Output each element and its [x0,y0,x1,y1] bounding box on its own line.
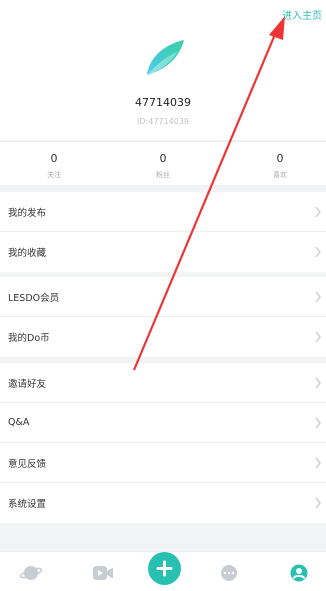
menu-item-label: 意见反馈 [8,458,47,470]
username: 47714039 [135,96,191,109]
menu-item-label: 系统设置 [8,499,47,510]
menu-group-content: 我的发布 我的收藏 [0,192,326,272]
add-post-button[interactable] [148,552,181,585]
stat-following-value: 0 [50,152,58,165]
enter-home-link[interactable]: 进入主页 [282,7,322,22]
tab-messages[interactable] [219,564,239,584]
chevron-right-icon [315,377,321,389]
stat-fans-label: 粉丝 [156,171,170,179]
profile-icon [290,564,308,582]
chevron-right-icon [315,246,321,258]
stat-likes-value: 0 [276,152,284,165]
menu-group-misc: 邀请好友 Q&A 意见反馈 系统设置 [0,363,326,523]
chevron-right-icon [315,291,321,303]
stats-bar: 0 关注 0 粉丝 0 喜欢 [0,141,326,185]
chevron-right-icon [315,457,321,469]
app-logo [147,40,184,75]
stat-following-label: 关注 [47,171,61,179]
menu-item-label: 我的发布 [8,207,47,219]
menu-item-qa[interactable]: Q&A [0,403,326,443]
profile-header: 进入主页 47714039 ID:47714039 [0,0,326,140]
stat-likes-label: 喜欢 [273,171,287,179]
stat-likes[interactable]: 0 喜欢 [226,142,326,180]
plus-icon [156,560,173,577]
menu-item-settings[interactable]: 系统设置 [0,483,326,523]
menu-item-label: 我的收藏 [8,248,47,259]
menu-item-do-coins[interactable]: 我的Do币 [0,317,326,357]
chevron-right-icon [315,206,321,218]
stat-fans[interactable]: 0 粉丝 [109,142,217,180]
video-icon [93,566,113,580]
menu-item-feedback[interactable]: 意见反馈 [0,443,326,483]
menu-item-my-favorites[interactable]: 我的收藏 [0,232,326,272]
tab-discover[interactable] [19,563,43,583]
menu-item-invite-friends[interactable]: 邀请好友 [0,363,326,403]
menu-item-label: Q&A [8,417,30,428]
stat-following[interactable]: 0 关注 [0,142,108,180]
chevron-right-icon [315,497,321,509]
menu-item-label: LESDO会员 [8,292,60,304]
menu-item-label: 邀请好友 [8,378,47,390]
chat-icon [221,565,237,581]
tab-profile[interactable] [290,564,308,584]
menu-item-membership[interactable]: LESDO会员 [0,277,326,317]
user-id: ID:47714039 [137,117,189,126]
chevron-right-icon [315,331,321,343]
tab-video[interactable] [92,564,114,584]
menu-group-membership: LESDO会员 我的Do币 [0,277,326,357]
planet-icon [19,566,43,580]
stat-fans-value: 0 [159,152,167,165]
menu-item-my-posts[interactable]: 我的发布 [0,192,326,232]
chevron-right-icon [315,417,321,429]
menu-item-label: 我的Do币 [8,333,50,344]
